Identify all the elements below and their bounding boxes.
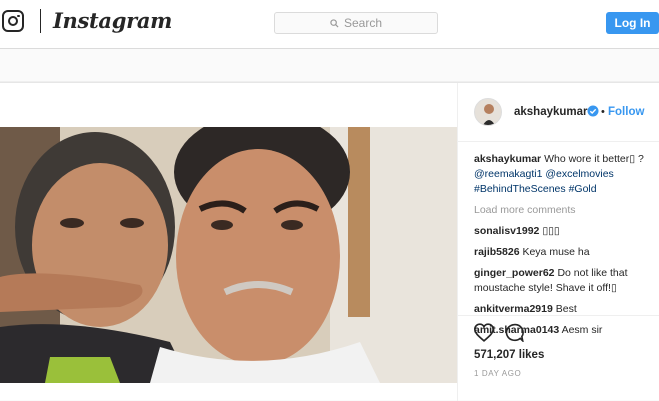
post-container: akshaykumar • Follow akshaykumar Who wor… [0, 82, 659, 401]
search-input[interactable]: Search [274, 12, 438, 34]
comment-username[interactable]: rajib5826 [474, 246, 520, 258]
comment-item: sonalisv1992 ▯▯▯ [474, 224, 659, 239]
heart-icon[interactable] [474, 323, 494, 342]
caption: akshaykumar Who wore it better▯ ? @reema… [474, 152, 659, 197]
comment-bubble-icon[interactable] [504, 323, 524, 342]
instagram-wordmark[interactable]: Instagram [53, 8, 172, 33]
caption-username[interactable]: akshaykumar [474, 153, 541, 165]
load-more-comments-link[interactable]: Load more comments [474, 203, 659, 218]
verified-badge-icon [587, 105, 599, 117]
panel-divider [458, 141, 659, 142]
search-icon [330, 18, 339, 28]
post-side-panel: akshaykumar • Follow akshaykumar Who wor… [457, 83, 659, 401]
sub-header-bar [0, 49, 659, 82]
comment-username[interactable]: ginger_power62 [474, 267, 555, 279]
actions-divider [458, 315, 659, 316]
avatar[interactable] [474, 98, 502, 126]
hashtag-link[interactable]: #Gold [569, 183, 597, 195]
comment-item: amit.sharma0143 Aesm sir [474, 323, 659, 338]
search-placeholder: Search [343, 16, 383, 30]
follow-button[interactable]: Follow [608, 106, 644, 118]
comment-item: ginger_power62 Do not like that moustach… [474, 266, 659, 296]
mention-link[interactable]: @excelmovies [545, 168, 613, 180]
instagram-glyph-icon[interactable] [2, 10, 24, 32]
likes-count[interactable]: 571,207 likes [474, 349, 544, 361]
post-owner-username[interactable]: akshaykumar [514, 106, 588, 118]
comment-text: Best [555, 303, 577, 315]
post-timestamp[interactable]: 1 DAY AGO [474, 369, 521, 378]
top-nav-bar: Instagram Search Log In [0, 0, 659, 49]
comment-username[interactable]: sonalisv1992 [474, 225, 539, 237]
caption-text: Who wore it better▯ ? [544, 153, 644, 165]
comment-username[interactable]: ankitverma2919 [474, 303, 553, 315]
mention-link[interactable]: @reemakagti1 [474, 168, 542, 180]
comment-text: ▯▯▯ [542, 225, 560, 237]
log-in-button[interactable]: Log In [606, 12, 659, 34]
hashtag-link[interactable]: #BehindTheScenes [474, 183, 566, 195]
post-photo[interactable] [0, 127, 457, 383]
post-photo-image [0, 127, 457, 383]
comment-item: rajib5826 Keya muse ha [474, 245, 659, 260]
comment-text: Aesm sir [561, 324, 603, 336]
logo-divider [40, 9, 41, 33]
comment-text: Keya muse ha [522, 246, 590, 258]
avatar-image [475, 99, 501, 125]
separator-dot: • [601, 106, 605, 118]
